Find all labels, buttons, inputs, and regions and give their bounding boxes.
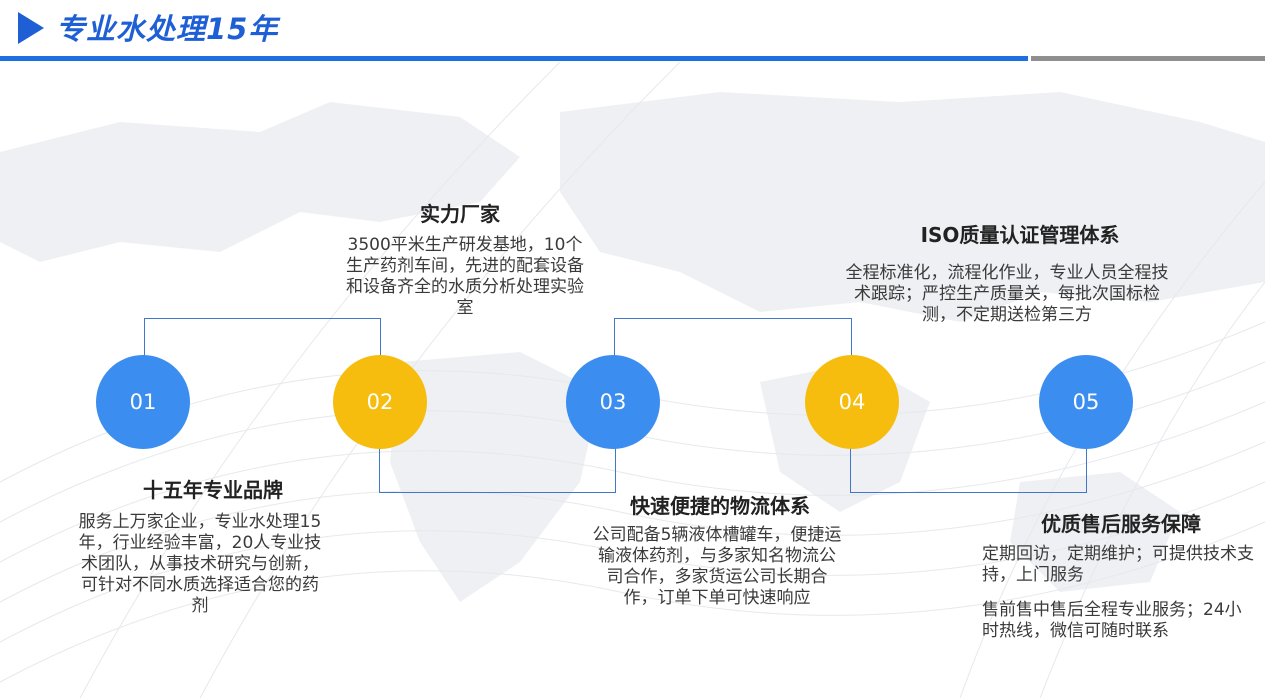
- connector-01-02: [144, 318, 381, 357]
- step-05-text-2: 售前售中售后全程专业服务；24小时热线，微信可随时联系: [982, 600, 1242, 641]
- step-circle-05: 05: [1039, 355, 1133, 449]
- header-arrow-icon: [18, 12, 44, 44]
- step-05-text: 定期回访，定期维护；可提供技术支持，上门服务: [982, 544, 1254, 585]
- step-circle-04: 04: [805, 355, 899, 449]
- page-title: 专业水处理15年: [56, 12, 279, 46]
- connector-04-05: [850, 448, 1087, 493]
- step-circle-02: 02: [333, 355, 427, 449]
- connector-03-04: [614, 318, 852, 357]
- step-02-text: 3500平米生产研发基地，10个生产药剂车间，先进的配套设备和设备齐全的水质分析…: [346, 235, 584, 318]
- step-01-text: 服务上万家企业，专业水处理15年，行业经验丰富，20人专业技术团队，从事技术研究…: [78, 512, 322, 616]
- step-03-title: 快速便捷的物流体系: [630, 494, 810, 518]
- step-05-title: 优质售后服务保障: [1041, 512, 1201, 536]
- connector-02-03: [379, 448, 616, 493]
- step-circle-01: 01: [96, 355, 190, 449]
- header-divider-blue: [0, 56, 1028, 61]
- step-circle-03: 03: [566, 355, 660, 449]
- step-01-title: 十五年专业品牌: [143, 478, 283, 502]
- step-04-text: 全程标准化，流程化作业，专业人员全程技术跟踪；严控生产质量关，每批次国标检测，不…: [845, 263, 1169, 325]
- header-divider-grey: [1031, 56, 1265, 61]
- step-04-title: ISO质量认证管理体系: [920, 223, 1120, 247]
- step-03-text: 公司配备5辆液体槽罐车，便捷运输液体药剂，与多家知名物流公司合作，多家货运公司长…: [592, 525, 842, 608]
- step-02-title: 实力厂家: [420, 202, 500, 226]
